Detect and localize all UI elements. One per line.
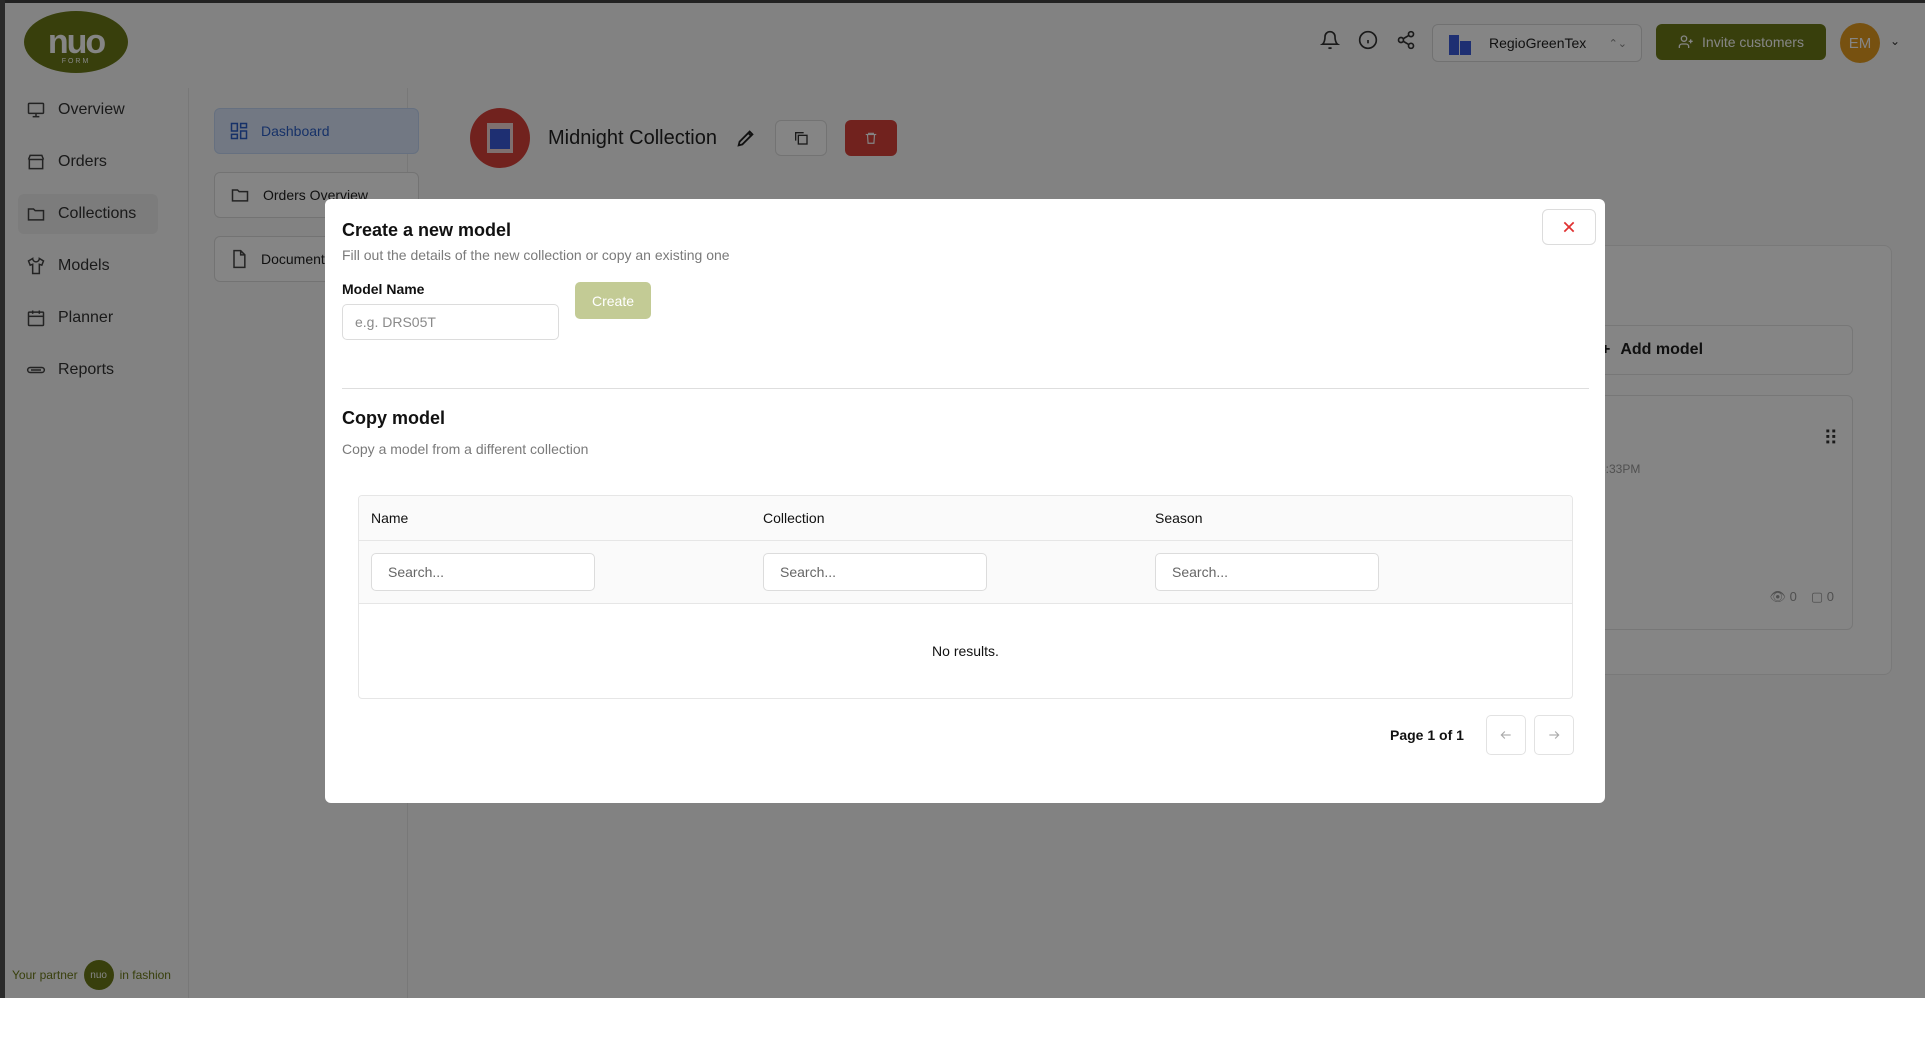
name-search-input[interactable] (371, 553, 595, 591)
window-left-border (0, 0, 5, 998)
close-dialog-button[interactable] (1542, 209, 1596, 245)
create-button[interactable]: Create (575, 282, 651, 319)
empty-state: No results. (932, 643, 999, 659)
page-indicator: Page 1 of 1 (1390, 727, 1464, 743)
next-page-button[interactable] (1533, 715, 1574, 755)
collection-search-input[interactable] (763, 553, 987, 591)
model-name-input[interactable] (342, 304, 559, 340)
copy-model-table: Name Collection Season No results. (358, 495, 1573, 699)
copy-model-subtitle: Copy a model from a different collection (342, 441, 589, 457)
column-header-season[interactable]: Season (1143, 510, 1535, 526)
dialog-title: Create a new model (342, 220, 512, 240)
section-divider (342, 388, 1589, 389)
arrow-left-icon (1500, 731, 1511, 739)
table-header: Name Collection Season (359, 496, 1572, 541)
create-model-dialog: Create a new model Fill out the details … (325, 199, 1605, 803)
model-name-label: Model Name (342, 281, 425, 297)
previous-page-button[interactable] (1485, 715, 1526, 755)
table-filters (359, 541, 1572, 604)
copy-model-title: Copy model (342, 408, 446, 428)
season-search-input[interactable] (1155, 553, 1379, 591)
arrow-right-icon (1549, 731, 1560, 739)
pagination: Page 1 of 1 (1390, 715, 1574, 755)
column-header-collection[interactable]: Collection (751, 510, 1143, 526)
dialog-subtitle: Fill out the details of the new collecti… (342, 247, 730, 263)
close-icon (1563, 221, 1575, 233)
column-header-name[interactable]: Name (359, 510, 751, 526)
